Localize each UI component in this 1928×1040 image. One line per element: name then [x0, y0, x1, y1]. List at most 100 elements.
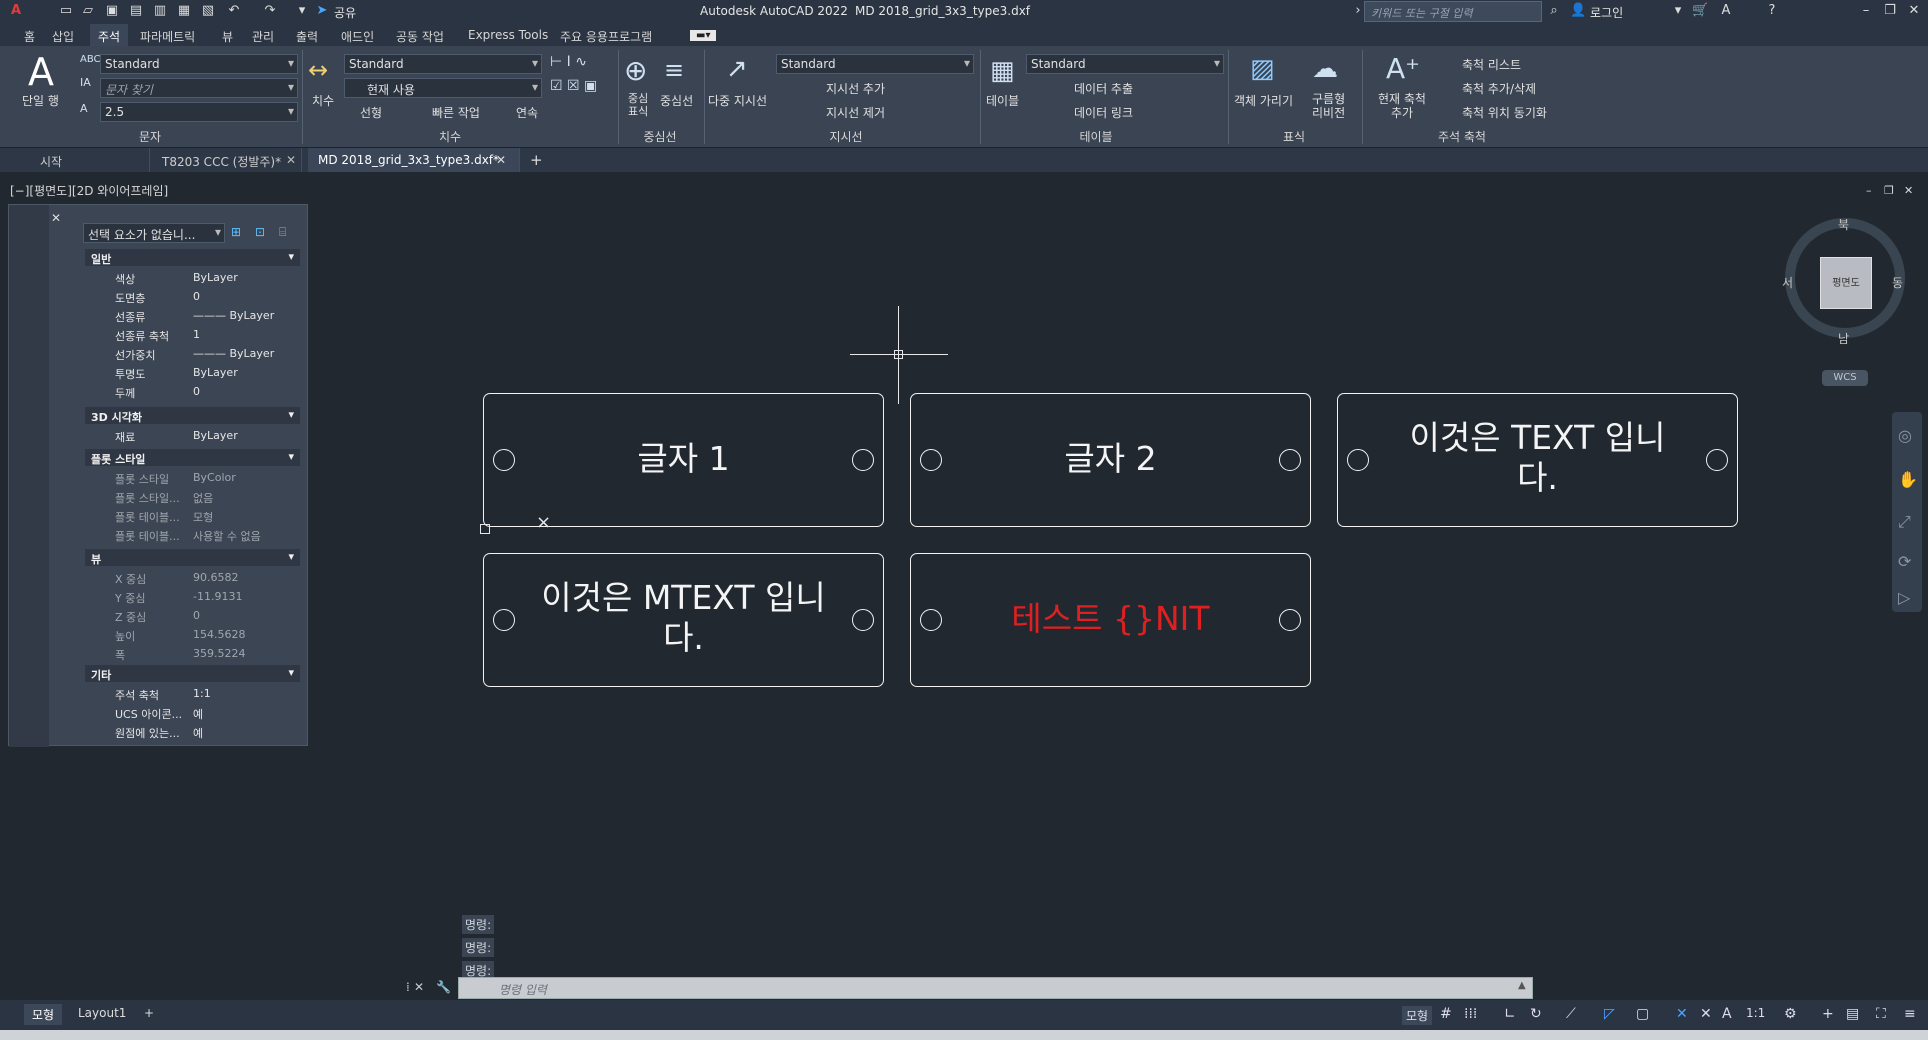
- clean-screen-icon[interactable]: ⛶: [1876, 1006, 1886, 1022]
- property-row[interactable]: 선종류 축척 1: [107, 326, 300, 343]
- property-row[interactable]: 선종류 ——— ByLayer: [107, 307, 300, 324]
- property-value[interactable]: 없음: [193, 490, 213, 506]
- center-mark-label[interactable]: 중심 표식: [628, 92, 652, 118]
- centerline-panel-title[interactable]: 중심선: [630, 128, 690, 145]
- text-box-entity[interactable]: 테스트 {}NIT: [910, 553, 1311, 687]
- property-row[interactable]: Y 중심 -11.9131: [107, 588, 300, 605]
- redo-icon[interactable]: ↷: [262, 3, 278, 19]
- tab-express-tools[interactable]: Express Tools: [468, 28, 548, 42]
- section-misc[interactable]: 기타: [85, 665, 300, 682]
- single-line-text-label[interactable]: 단일 행: [22, 92, 59, 109]
- property-value[interactable]: 모형: [193, 509, 213, 525]
- tab-insert[interactable]: 삽입: [52, 28, 74, 45]
- tab-addins[interactable]: 애드인: [341, 28, 374, 45]
- property-row[interactable]: 플롯 테이블... 사용할 수 없음: [107, 526, 300, 543]
- table-icon[interactable]: ▦: [990, 56, 1015, 86]
- auto-scale-icon[interactable]: ✕: [1700, 1006, 1712, 1022]
- select-objects-icon[interactable]: ⊡: [255, 225, 265, 239]
- viewport-controls[interactable]: [−][평면도][2D 와이어프레임]: [10, 182, 168, 199]
- share-label[interactable]: 공유: [334, 4, 356, 21]
- layout-tab-layout1[interactable]: Layout1: [70, 1004, 134, 1022]
- save-as-icon[interactable]: ▤: [128, 3, 144, 19]
- linear-dim-label[interactable]: 선형: [360, 104, 382, 121]
- dimension-label[interactable]: 치수: [312, 92, 334, 109]
- tab-view[interactable]: 뷰: [222, 28, 233, 45]
- ribbon-minimize-button[interactable]: ▬▾: [690, 30, 717, 41]
- selection-combo[interactable]: 선택 요소가 없습니...: [83, 223, 225, 243]
- dim-tools-icon[interactable]: ⊢ Ⅰ ∿: [550, 54, 587, 70]
- quick-dim-label[interactable]: 빠른 작업: [432, 104, 480, 121]
- revcloud-label[interactable]: 구름형 리비전: [1312, 92, 1348, 120]
- user-icon[interactable]: 👤: [1570, 3, 1586, 19]
- wcs-menu[interactable]: WCS: [1822, 370, 1868, 386]
- ortho-icon[interactable]: ∟: [1504, 1006, 1516, 1022]
- annotation-monitor-icon[interactable]: +: [1822, 1006, 1834, 1022]
- undo-icon[interactable]: ↶: [226, 3, 242, 19]
- quick-select-icon[interactable]: ⌸: [279, 225, 286, 240]
- leader-panel-title[interactable]: 지시선: [816, 128, 876, 145]
- property-row[interactable]: 원점에 있는... 예: [107, 723, 300, 740]
- property-value[interactable]: 0: [193, 290, 200, 303]
- property-value[interactable]: 0: [193, 609, 200, 622]
- viewport-restore-icon[interactable]: ❐: [1884, 184, 1894, 197]
- tab-parametric[interactable]: 파라메트릭: [140, 28, 195, 45]
- property-value[interactable]: 예: [193, 706, 203, 722]
- text-entity[interactable]: 이것은 TEXT 입니 다.: [1358, 418, 1717, 498]
- pan-icon[interactable]: ✋: [1898, 470, 1918, 489]
- save-icon[interactable]: ▣: [104, 3, 120, 19]
- table-panel-title[interactable]: 테이블: [1066, 128, 1126, 145]
- dim-layer-combo[interactable]: 현재 사용: [344, 78, 542, 98]
- markup-panel-title[interactable]: 표식: [1264, 128, 1324, 145]
- find-text-input[interactable]: 문자 찾기: [100, 78, 298, 98]
- layout-tab-model[interactable]: 모형: [24, 1004, 63, 1025]
- property-value[interactable]: ByLayer: [193, 366, 238, 379]
- annotation-scale-icon[interactable]: A: [1722, 1006, 1732, 1022]
- help-icon[interactable]: ?: [1764, 3, 1780, 19]
- property-value[interactable]: 1: [193, 328, 200, 341]
- property-value[interactable]: ——— ByLayer: [193, 347, 274, 360]
- viewport-minimize-icon[interactable]: –: [1866, 184, 1872, 197]
- property-row[interactable]: 주석 축척 1:1: [107, 685, 300, 702]
- workspace-gear-icon[interactable]: ⚙: [1784, 1006, 1797, 1022]
- palette-close-icon[interactable]: ✕: [51, 211, 61, 225]
- property-value[interactable]: 1:1: [193, 687, 211, 700]
- showmotion-icon[interactable]: ▷: [1898, 588, 1910, 607]
- cart-icon[interactable]: 🛒: [1692, 3, 1708, 19]
- property-row[interactable]: 색상 ByLayer: [107, 269, 300, 286]
- web-save-icon[interactable]: ▦: [176, 3, 192, 19]
- property-row[interactable]: 플롯 스타일... 없음: [107, 488, 300, 505]
- login-dropdown-icon[interactable]: ▾: [1670, 3, 1686, 19]
- tab-annotate[interactable]: 주석: [90, 24, 129, 46]
- viewcube-face[interactable]: 평면도: [1820, 257, 1872, 309]
- polar-icon[interactable]: ↻: [1530, 1006, 1542, 1022]
- object-snap-icon[interactable]: ▢: [1636, 1006, 1649, 1022]
- remove-leader-label[interactable]: 지시선 제거: [826, 104, 885, 121]
- text-entity[interactable]: 글자 2: [931, 439, 1290, 479]
- search-input[interactable]: 키워드 또는 구절 입력: [1364, 1, 1542, 22]
- wipeout-icon[interactable]: ▨: [1250, 54, 1275, 84]
- property-value[interactable]: 90.6582: [193, 571, 239, 584]
- command-input[interactable]: 명령 입력: [458, 977, 1533, 999]
- property-row[interactable]: 재료 ByLayer: [107, 427, 300, 444]
- section-view[interactable]: 뷰: [85, 549, 300, 566]
- property-row[interactable]: 도면층 0: [107, 288, 300, 305]
- open-icon[interactable]: ▱: [80, 3, 96, 19]
- file-tab-t8203[interactable]: T8203 CCC (정발주)*: [152, 148, 302, 172]
- autodesk-app-icon[interactable]: A: [1718, 3, 1734, 19]
- table-style-combo[interactable]: Standard: [1026, 54, 1224, 74]
- login-label[interactable]: 로그인: [1590, 4, 1623, 21]
- search-icon[interactable]: ⌕: [1546, 3, 1562, 19]
- viewcube-east[interactable]: 동: [1892, 274, 1903, 291]
- app-menu-icon[interactable]: A: [8, 3, 24, 19]
- annotation-visibility-icon[interactable]: ✕: [1676, 1006, 1688, 1022]
- center-mark-icon[interactable]: ⊕: [624, 54, 647, 87]
- property-value[interactable]: 154.5628: [193, 628, 246, 641]
- tab-collaborate[interactable]: 공동 작업: [396, 28, 444, 45]
- property-row[interactable]: 플롯 테이블... 모형: [107, 507, 300, 524]
- property-value[interactable]: 예: [193, 725, 203, 741]
- viewcube-north[interactable]: 북: [1838, 216, 1849, 233]
- viewcube-west[interactable]: 서: [1782, 274, 1793, 291]
- dim-style-combo[interactable]: Standard: [344, 54, 542, 74]
- dim-tools2-icon[interactable]: ☑ ☒ ▣: [550, 78, 597, 94]
- add-layout-icon[interactable]: +: [136, 1004, 162, 1022]
